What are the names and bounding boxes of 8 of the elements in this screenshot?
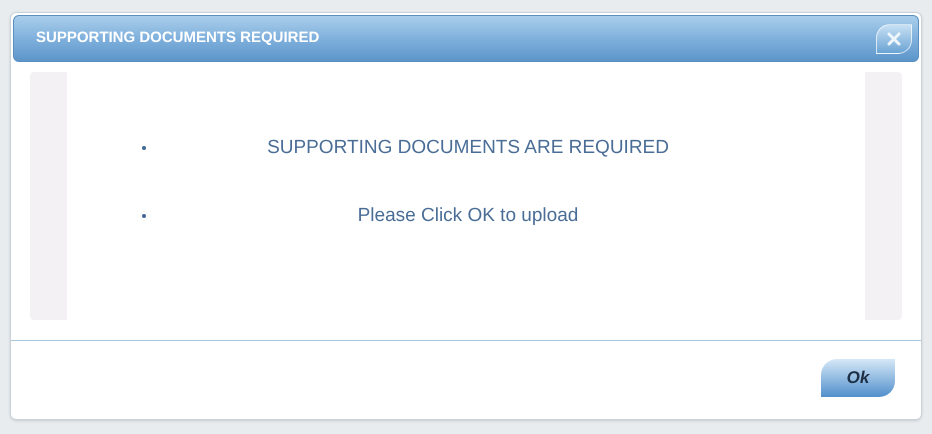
bullet-icon: [142, 146, 146, 150]
message-text: SUPPORTING DOCUMENTS ARE REQUIRED: [266, 136, 670, 160]
close-icon: [886, 32, 902, 46]
ok-button[interactable]: Ok: [821, 359, 895, 397]
bullet-icon: [142, 214, 146, 218]
message-text: Please Click OK to upload: [356, 204, 580, 228]
close-button[interactable]: [876, 24, 912, 54]
window-title: SUPPORTING DOCUMENTS REQUIRED: [36, 28, 320, 48]
